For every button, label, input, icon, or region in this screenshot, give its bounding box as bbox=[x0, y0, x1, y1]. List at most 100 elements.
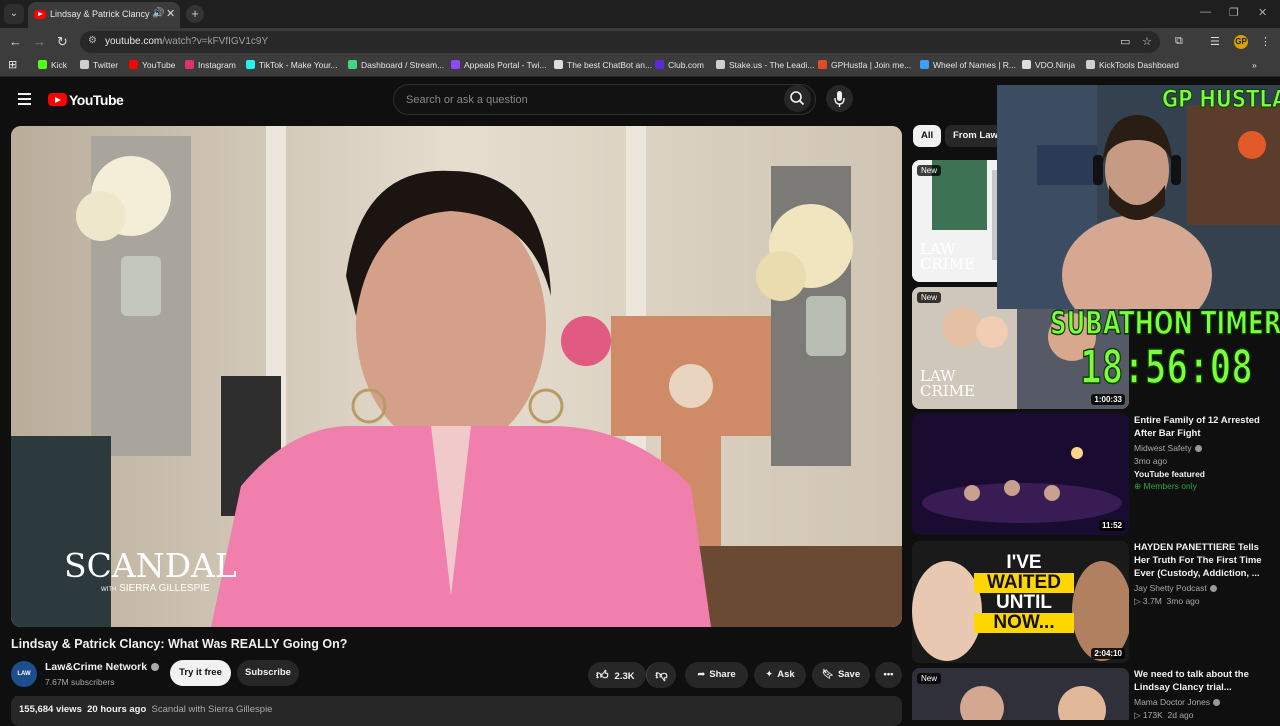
bookmark-favicon-icon bbox=[920, 60, 929, 69]
browser-tab-active[interactable]: Lindsay & Patrick Clancy: W 🔊 ✕ bbox=[28, 2, 180, 28]
try-it-free-button[interactable]: Try it free bbox=[170, 660, 231, 686]
bookmark-item[interactable]: Stake.us - The Leadi... bbox=[716, 60, 814, 73]
voice-search-button[interactable] bbox=[826, 85, 853, 112]
bookmark-favicon-icon bbox=[1086, 60, 1095, 69]
subscribe-button[interactable]: Subscribe bbox=[237, 660, 299, 686]
bookmark-item[interactable]: The best ChatBot an... bbox=[554, 60, 652, 73]
close-tab-icon[interactable]: ✕ bbox=[166, 7, 175, 20]
bookmark-item[interactable]: GPHustla | Join me... bbox=[818, 60, 911, 73]
forward-icon[interactable]: → bbox=[33, 34, 46, 49]
new-badge: New bbox=[917, 292, 942, 303]
bookmark-item[interactable]: KickTools Dashboard bbox=[1086, 60, 1179, 73]
related-video-title[interactable]: HAYDEN PANETTIERE Tells Her Truth For Th… bbox=[1134, 541, 1274, 580]
channel-avatar[interactable]: LAW CRIME bbox=[11, 661, 37, 703]
apps-grid-icon[interactable]: ⊞ bbox=[8, 58, 17, 71]
save-button[interactable]: 🔖︎ Save bbox=[812, 662, 870, 688]
reading-list-icon[interactable]: ☰ bbox=[1210, 35, 1220, 48]
thumbs-up-icon: 👍︎ bbox=[596, 668, 609, 682]
dislike-button[interactable]: 👎︎ bbox=[646, 662, 676, 688]
site-info-icon[interactable]: ⚙ bbox=[88, 35, 97, 46]
law-crime-logo: LAW CRIME bbox=[920, 367, 976, 400]
related-video-title[interactable]: We need to talk about the Lindsay Clancy… bbox=[1134, 668, 1274, 694]
verified-check-icon bbox=[1194, 445, 1202, 452]
webcam-overlay bbox=[997, 85, 1280, 309]
related-video-stats: ▷ 173K 2d ago bbox=[1134, 710, 1194, 720]
more-bookmarks-icon[interactable]: » bbox=[1252, 60, 1257, 73]
youtube-favicon-icon bbox=[34, 10, 46, 19]
like-button[interactable]: 👍︎ 2.3K bbox=[588, 662, 646, 688]
bookmark-star-icon[interactable]: ☆ bbox=[1142, 35, 1152, 48]
more-actions-button[interactable]: ••• bbox=[875, 662, 902, 688]
channel-name[interactable]: Law&Crime Network bbox=[45, 661, 160, 673]
tab-search-button[interactable]: ⌄ bbox=[4, 4, 24, 24]
new-badge: New bbox=[917, 165, 942, 176]
browser-menu-icon[interactable]: ⋮ bbox=[1260, 35, 1271, 48]
bookmark-favicon-icon bbox=[1022, 60, 1031, 69]
back-icon[interactable]: ← bbox=[9, 34, 22, 49]
bookmark-favicon-icon bbox=[716, 60, 725, 69]
bookmark-item[interactable]: Kick bbox=[38, 60, 67, 73]
chip-all[interactable]: All bbox=[913, 125, 942, 147]
description-box[interactable]: 155,684 views 20 hours ago Scandal with … bbox=[11, 696, 902, 726]
restore-icon[interactable]: ❐ bbox=[1229, 6, 1239, 19]
related-video-channel[interactable]: Midwest Safety bbox=[1134, 442, 1202, 455]
hamburger-menu-icon[interactable] bbox=[18, 93, 31, 105]
browser-tab-bar: ⌄ Lindsay & Patrick Clancy: W 🔊 ✕ + — ❐ … bbox=[0, 0, 1280, 28]
microphone-icon bbox=[834, 91, 845, 107]
related-video-channel[interactable]: Jay Shetty Podcast bbox=[1134, 582, 1217, 595]
thumbnail-image bbox=[912, 668, 1129, 720]
close-window-icon[interactable]: ✕ bbox=[1258, 6, 1267, 19]
related-video-thumbnail[interactable]: 11:52 bbox=[912, 413, 1129, 535]
bookmark-favicon-icon bbox=[655, 60, 664, 69]
bookmark-item[interactable]: Dashboard / Stream... bbox=[348, 60, 444, 73]
profile-avatar[interactable]: GP bbox=[1234, 35, 1248, 49]
search-input[interactable]: Search or ask a question bbox=[393, 84, 816, 115]
bookmark-item[interactable]: Appeals Portal - Twi... bbox=[451, 60, 547, 73]
audio-playing-icon[interactable]: 🔊 bbox=[152, 8, 164, 19]
address-bar[interactable]: ⚙ youtube.com/watch?v=kFVfIGV1c9Y bbox=[80, 31, 1160, 53]
bookmark-item[interactable]: Wheel of Names | R... bbox=[920, 60, 1016, 73]
subathon-timer: 18:56:08 bbox=[1079, 339, 1253, 395]
thumbnail-caption: I'VE WAITED UNTIL NOW... bbox=[974, 553, 1074, 633]
bookmark-favicon-icon bbox=[451, 60, 460, 69]
cast-icon[interactable]: ▭ bbox=[1120, 35, 1130, 48]
bookmark-item[interactable]: TikTok - Make Your... bbox=[246, 60, 338, 73]
share-button[interactable]: ➦ Share bbox=[685, 662, 748, 688]
scandal-overlay-logo: SCANDAL bbox=[64, 546, 237, 585]
related-video-channel[interactable]: Mama Doctor Jones bbox=[1134, 696, 1221, 709]
new-badge: New bbox=[917, 673, 942, 684]
bookmark-item[interactable]: Instagram bbox=[185, 60, 236, 73]
members-only-badge: ⊕ Members only bbox=[1134, 481, 1197, 491]
bookmark-item[interactable]: Twitter bbox=[80, 60, 118, 73]
scandal-overlay-host: WITH SIERRA GILLESPIE bbox=[101, 583, 210, 594]
more-horizontal-icon: ••• bbox=[883, 669, 894, 680]
bookmarks-bar: ⊞ Kick Twitter YouTube Instagram TikTok … bbox=[0, 56, 1280, 77]
video-duration: 11:52 bbox=[1098, 520, 1125, 531]
new-tab-button[interactable]: + bbox=[186, 5, 204, 23]
video-duration: 2:04:10 bbox=[1091, 648, 1125, 659]
related-video-thumbnail[interactable]: New bbox=[912, 668, 1129, 720]
ask-button[interactable]: ✦ Ask bbox=[754, 662, 806, 688]
minimize-icon[interactable]: — bbox=[1200, 6, 1211, 18]
bookmark-item[interactable]: Club.com bbox=[655, 60, 704, 73]
streamer-name-overlay: GP HUSTLA bbox=[1162, 85, 1280, 114]
verified-check-icon bbox=[151, 663, 160, 671]
video-duration: 1:00:33 bbox=[1091, 394, 1125, 405]
related-video-thumbnail[interactable]: I'VE WAITED UNTIL NOW... 2:04:10 bbox=[912, 541, 1129, 663]
bookmark-favicon-icon bbox=[818, 60, 827, 69]
extensions-icon[interactable]: ⧉ bbox=[1175, 35, 1183, 48]
youtube-wordmark: YouTube bbox=[69, 92, 124, 108]
reload-icon[interactable]: ↻ bbox=[57, 34, 68, 50]
bookmark-item[interactable]: YouTube bbox=[129, 60, 175, 73]
related-video-stats: ▷ 3.7M 3mo ago bbox=[1134, 596, 1200, 606]
tab-title: Lindsay & Patrick Clancy: W bbox=[50, 9, 150, 19]
browser-toolbar: ← → ↻ ⚙ youtube.com/watch?v=kFVfIGV1c9Y … bbox=[0, 28, 1280, 56]
video-meta: 155,684 views 20 hours ago Scandal with … bbox=[19, 704, 273, 715]
thumbnail-image bbox=[912, 413, 1129, 535]
thumbs-down-icon: 👎︎ bbox=[655, 668, 668, 682]
related-video-title[interactable]: Entire Family of 12 Arrested After Bar F… bbox=[1134, 414, 1274, 440]
bookmark-item[interactable]: VDO.Ninja bbox=[1022, 60, 1075, 73]
views-icon: ▷ bbox=[1134, 710, 1143, 720]
webcam-image bbox=[997, 85, 1280, 309]
search-button[interactable] bbox=[784, 85, 811, 112]
